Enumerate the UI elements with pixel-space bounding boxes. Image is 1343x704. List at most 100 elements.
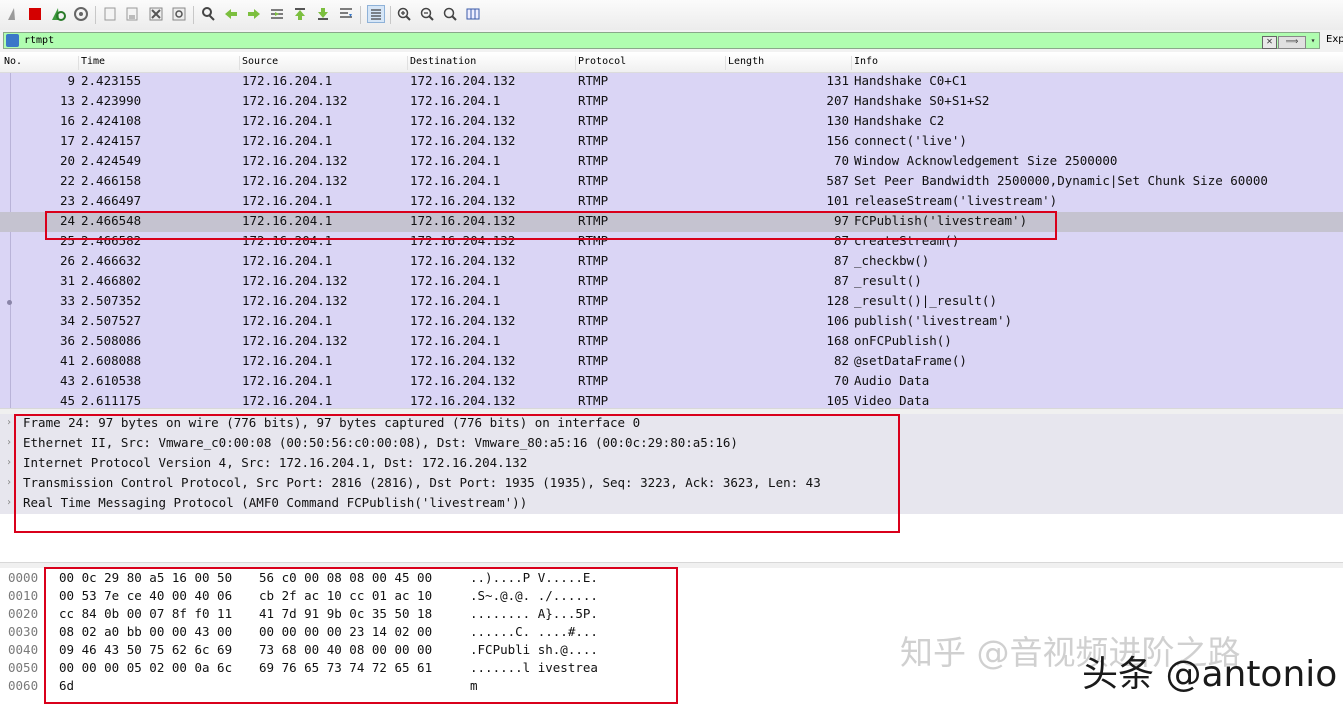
packet-number: 16 bbox=[59, 113, 75, 128]
packet-row[interactable]: 22 2.466158 172.16.204.132 172.16.204.1 RTMP… bbox=[0, 172, 1343, 192]
shark-fin-start-icon[interactable] bbox=[6, 6, 22, 22]
clear-filter-icon[interactable]: ✕ bbox=[1262, 36, 1277, 49]
packet-protocol: RTMP bbox=[578, 313, 609, 328]
packet-row[interactable]: 20 2.424549 172.16.204.132 172.16.204.1 RTMP… bbox=[0, 152, 1343, 172]
normal-size-icon[interactable] bbox=[442, 6, 458, 22]
packet-row[interactable]: 34 2.507527 172.16.204.1 172.16.204.132 RTMP… bbox=[0, 312, 1343, 332]
zoom-in-icon[interactable] bbox=[396, 6, 412, 22]
column-header-info[interactable]: Info bbox=[851, 56, 878, 70]
stop-capture-icon[interactable] bbox=[27, 6, 43, 22]
packet-source: 172.16.204.1 bbox=[242, 353, 333, 368]
column-header-no[interactable]: No. bbox=[0, 56, 22, 70]
expression-button[interactable]: Exp bbox=[1326, 34, 1343, 45]
column-header-destination[interactable]: Destination bbox=[407, 56, 476, 70]
packet-source: 172.16.204.132 bbox=[242, 293, 348, 308]
restart-capture-icon[interactable] bbox=[50, 6, 66, 22]
packet-source: 172.16.204.1 bbox=[242, 133, 333, 148]
hex-offset[interactable]: 0030 bbox=[8, 623, 38, 641]
packet-source: 172.16.204.132 bbox=[242, 333, 348, 348]
hex-offset[interactable]: 0040 bbox=[8, 641, 38, 659]
packet-row[interactable]: 31 2.466802 172.16.204.132 172.16.204.1 RTMP… bbox=[0, 272, 1343, 292]
apply-filter-icon[interactable]: ⟹ bbox=[1278, 36, 1306, 49]
packet-length: 82 bbox=[833, 353, 849, 368]
go-to-packet-icon[interactable] bbox=[269, 6, 285, 22]
hex-offset[interactable]: 0060 bbox=[8, 677, 38, 695]
packet-row[interactable]: 41 2.608088 172.16.204.1 172.16.204.132 RTMP… bbox=[0, 352, 1343, 372]
expand-arrow-icon[interactable]: › bbox=[6, 454, 12, 472]
packet-time: 2.424549 bbox=[81, 153, 142, 168]
filter-bookmark-icon[interactable] bbox=[6, 34, 19, 47]
packet-destination: 172.16.204.132 bbox=[410, 353, 516, 368]
packet-protocol: RTMP bbox=[578, 153, 609, 168]
packet-protocol: RTMP bbox=[578, 353, 609, 368]
packet-destination: 172.16.204.1 bbox=[410, 173, 501, 188]
packet-destination: 172.16.204.132 bbox=[410, 113, 516, 128]
packet-protocol: RTMP bbox=[578, 393, 609, 408]
expand-arrow-icon[interactable]: › bbox=[6, 494, 12, 512]
packet-number: 41 bbox=[59, 353, 75, 368]
toolbar-separator bbox=[390, 6, 391, 24]
column-header-time[interactable]: Time bbox=[78, 56, 105, 70]
zoom-out-icon[interactable] bbox=[419, 6, 435, 22]
packet-number: 31 bbox=[59, 273, 75, 288]
resize-columns-icon[interactable] bbox=[465, 6, 481, 22]
packet-length: 156 bbox=[826, 133, 849, 148]
hex-offset[interactable]: 0020 bbox=[8, 605, 38, 623]
go-last-packet-icon[interactable] bbox=[315, 6, 331, 22]
packet-info: releaseStream('livestream') bbox=[854, 193, 1058, 208]
colorize-icon[interactable] bbox=[367, 5, 385, 23]
filter-history-dropdown-icon[interactable]: ▾ bbox=[1307, 36, 1319, 47]
toutiao-watermark: 头条 @antonio bbox=[1082, 654, 1338, 695]
packet-info: connect('live') bbox=[854, 133, 967, 148]
packet-protocol: RTMP bbox=[578, 193, 609, 208]
packet-protocol: RTMP bbox=[578, 373, 609, 388]
packet-time: 2.466802 bbox=[81, 273, 142, 288]
save-file-icon[interactable] bbox=[124, 6, 140, 22]
packet-row[interactable]: 26 2.466632 172.16.204.1 172.16.204.132 RTMP… bbox=[0, 252, 1343, 272]
column-header-source[interactable]: Source bbox=[239, 56, 278, 70]
packet-row[interactable]: 17 2.424157 172.16.204.1 172.16.204.132 RTMP… bbox=[0, 132, 1343, 152]
hex-offset[interactable]: 0010 bbox=[8, 587, 38, 605]
packet-row[interactable]: 16 2.424108 172.16.204.1 172.16.204.132 RTMP… bbox=[0, 112, 1343, 132]
autoscroll-icon[interactable] bbox=[338, 6, 354, 22]
packet-row[interactable]: 36 2.508086 172.16.204.132 172.16.204.1 RTMP… bbox=[0, 332, 1343, 352]
hex-offset[interactable]: 0000 bbox=[8, 569, 38, 587]
packet-info: _result()|_result() bbox=[854, 293, 997, 308]
go-back-icon[interactable] bbox=[223, 6, 239, 22]
packet-source: 172.16.204.1 bbox=[242, 313, 333, 328]
find-packet-icon[interactable] bbox=[200, 6, 216, 22]
packet-number: 17 bbox=[59, 133, 75, 148]
close-file-icon[interactable] bbox=[148, 6, 164, 22]
packet-info: Audio Data bbox=[854, 373, 930, 388]
packet-number: 26 bbox=[59, 253, 75, 268]
open-file-icon[interactable] bbox=[102, 6, 118, 22]
capture-options-icon[interactable] bbox=[73, 6, 89, 22]
reload-file-icon[interactable] bbox=[171, 6, 187, 22]
packet-protocol: RTMP bbox=[578, 73, 609, 88]
packet-row[interactable]: 43 2.610538 172.16.204.1 172.16.204.132 RTMP… bbox=[0, 372, 1343, 392]
packet-source: 172.16.204.1 bbox=[242, 73, 333, 88]
hex-offset[interactable]: 0050 bbox=[8, 659, 38, 677]
packet-destination: 172.16.204.1 bbox=[410, 333, 501, 348]
display-filter-input[interactable]: rtmpt ✕ ⟹ ▾ bbox=[3, 32, 1320, 49]
packet-time: 2.608088 bbox=[81, 353, 142, 368]
packet-row[interactable]: 45 2.611175 172.16.204.1 172.16.204.132 RTMP… bbox=[0, 392, 1343, 408]
packet-time: 2.507527 bbox=[81, 313, 142, 328]
go-first-packet-icon[interactable] bbox=[292, 6, 308, 22]
packet-number: 33 bbox=[59, 293, 75, 308]
packet-source: 172.16.204.132 bbox=[242, 173, 348, 188]
packet-row[interactable]: 9 2.423155 172.16.204.1 172.16.204.132 RTMP 1… bbox=[0, 73, 1343, 92]
packet-source: 172.16.204.132 bbox=[242, 153, 348, 168]
expand-arrow-icon[interactable]: › bbox=[6, 414, 12, 432]
packet-number: 20 bbox=[59, 153, 75, 168]
toolbar-separator bbox=[193, 6, 194, 24]
packet-row[interactable]: 23 2.466497 172.16.204.1 172.16.204.132 RTMP… bbox=[0, 192, 1343, 212]
column-header-protocol[interactable]: Protocol bbox=[575, 56, 626, 70]
packet-row[interactable]: 13 2.423990 172.16.204.132 172.16.204.1 RTMP… bbox=[0, 92, 1343, 112]
expand-arrow-icon[interactable]: › bbox=[6, 474, 12, 492]
packet-row[interactable]: 33 2.507352 172.16.204.132 172.16.204.1 RTMP… bbox=[0, 292, 1343, 312]
column-header-length[interactable]: Length bbox=[725, 56, 764, 70]
go-forward-icon[interactable] bbox=[246, 6, 262, 22]
expand-arrow-icon[interactable]: › bbox=[6, 434, 12, 452]
packet-protocol: RTMP bbox=[578, 133, 609, 148]
